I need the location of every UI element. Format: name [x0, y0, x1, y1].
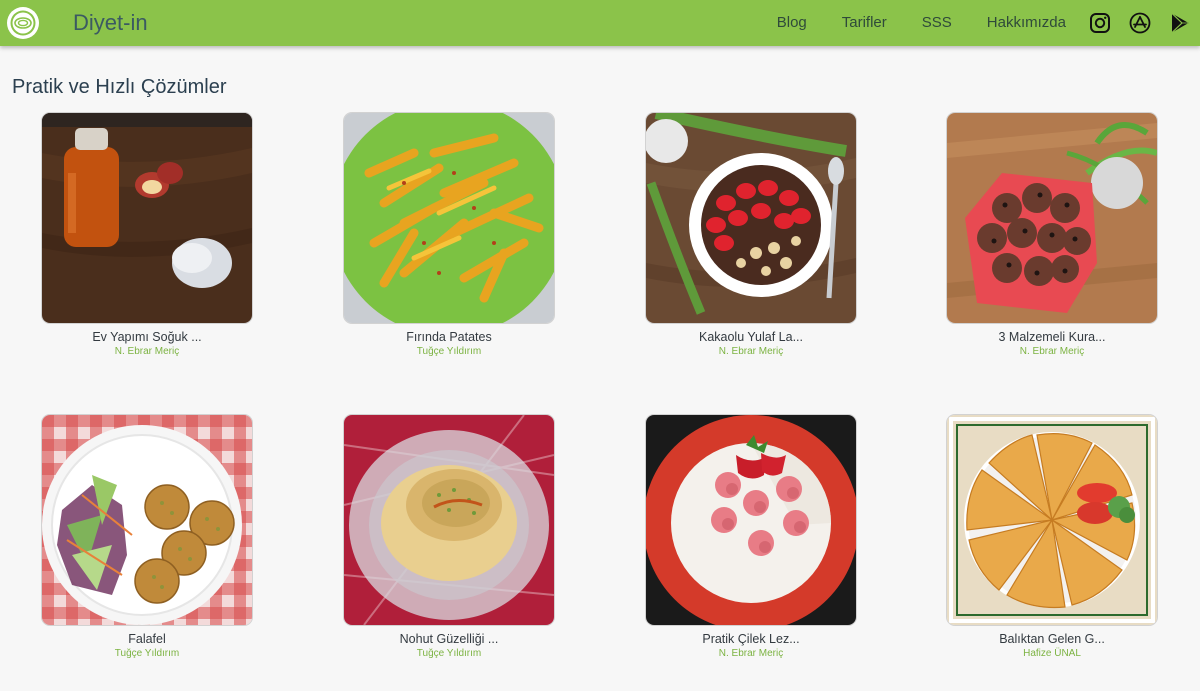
- recipe-author[interactable]: N. Ebrar Meriç: [947, 346, 1157, 357]
- recipe-title[interactable]: Nohut Güzelliği ...: [344, 632, 554, 646]
- recipe-image-iced-tea[interactable]: [42, 113, 252, 323]
- recipe-card[interactable]: 3 Malzemeli Kura... N. Ebrar Meriç: [947, 113, 1157, 357]
- nav-blog[interactable]: Blog: [777, 14, 807, 31]
- nav-links: Blog Tarifler SSS Hakkımızda: [742, 14, 1066, 31]
- recipe-image-cocoa-oats[interactable]: [646, 113, 856, 323]
- recipe-title[interactable]: Balıktan Gelen G...: [947, 632, 1157, 646]
- recipe-card[interactable]: Nohut Güzelliği ... Tuğçe Yıldırım: [344, 415, 554, 659]
- recipe-author[interactable]: Tuğçe Yıldırım: [42, 648, 252, 659]
- section-title: Pratik ve Hızlı Çözümler: [12, 76, 227, 98]
- nav-tarifler[interactable]: Tarifler: [842, 14, 887, 31]
- recipe-title[interactable]: Pratik Çilek Lez...: [646, 632, 856, 646]
- recipe-image-falafel[interactable]: [42, 415, 252, 625]
- recipe-image-hummus[interactable]: [344, 415, 554, 625]
- recipe-title[interactable]: Falafel: [42, 632, 252, 646]
- recipe-card[interactable]: Ev Yapımı Soğuk ... N. Ebrar Meriç: [42, 113, 252, 357]
- top-navbar: Diyet-in Blog Tarifler SSS Hakkımızda: [0, 0, 1200, 46]
- recipe-image-fries[interactable]: [344, 113, 554, 323]
- recipe-author[interactable]: N. Ebrar Meriç: [646, 648, 856, 659]
- recipe-image-strawberry-bites[interactable]: [646, 415, 856, 625]
- recipe-title[interactable]: Kakaolu Yulaf La...: [646, 330, 856, 344]
- nav-hakkimizda[interactable]: Hakkımızda: [987, 14, 1066, 31]
- google-play-icon[interactable]: [1169, 12, 1191, 34]
- recipe-author[interactable]: N. Ebrar Meriç: [42, 346, 252, 357]
- recipe-author[interactable]: Tuğçe Yıldırım: [344, 346, 554, 357]
- recipe-image-cookies[interactable]: [947, 113, 1157, 323]
- recipe-card[interactable]: Pratik Çilek Lez... N. Ebrar Meriç: [646, 415, 856, 659]
- recipe-author[interactable]: Hafize ÜNAL: [947, 648, 1157, 659]
- instagram-icon[interactable]: [1089, 12, 1111, 34]
- logo-icon[interactable]: [6, 6, 40, 40]
- recipe-author[interactable]: N. Ebrar Meriç: [646, 346, 856, 357]
- recipe-card[interactable]: Falafel Tuğçe Yıldırım: [42, 415, 252, 659]
- recipe-card[interactable]: Kakaolu Yulaf La... N. Ebrar Meriç: [646, 113, 856, 357]
- recipe-image-pie[interactable]: [947, 415, 1157, 625]
- recipe-title[interactable]: Ev Yapımı Soğuk ...: [42, 330, 252, 344]
- recipe-card[interactable]: Balıktan Gelen G... Hafize ÜNAL: [947, 415, 1157, 659]
- recipe-author[interactable]: Tuğçe Yıldırım: [344, 648, 554, 659]
- recipe-title[interactable]: Fırında Patates: [344, 330, 554, 344]
- recipe-title[interactable]: 3 Malzemeli Kura...: [947, 330, 1157, 344]
- brand-name[interactable]: Diyet-in: [73, 10, 148, 36]
- nav-sss[interactable]: SSS: [922, 14, 952, 31]
- app-store-icon[interactable]: [1129, 12, 1151, 34]
- recipe-card[interactable]: Fırında Patates Tuğçe Yıldırım: [344, 113, 554, 357]
